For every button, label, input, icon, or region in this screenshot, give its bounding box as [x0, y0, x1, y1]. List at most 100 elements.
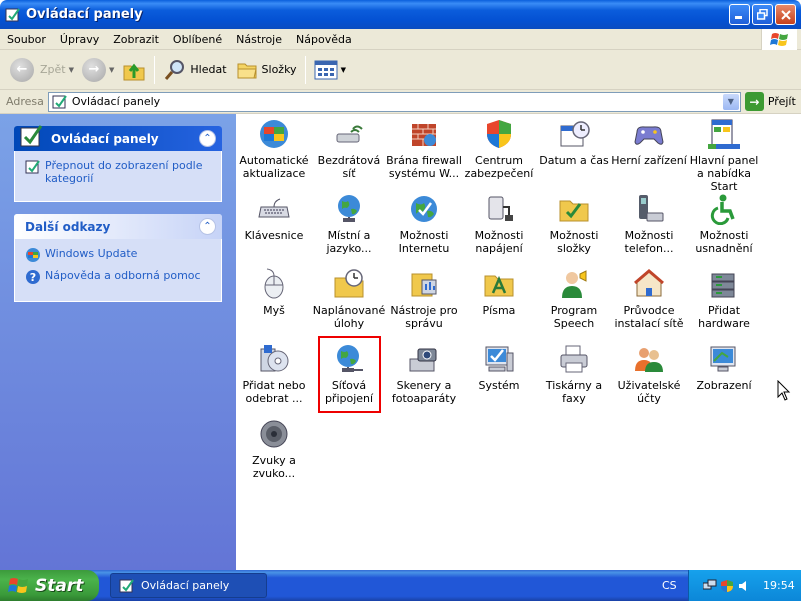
go-button[interactable]: → Přejít	[744, 92, 796, 111]
control-panel-icon	[119, 578, 134, 592]
item-label: Automatické aktualizace	[239, 154, 309, 180]
other-links-section-header[interactable]: Další odkazy ⌃	[14, 214, 222, 239]
item-game-controllers[interactable]: Herní zařízení	[611, 118, 687, 167]
item-label: Skenery a fotoaparáty	[391, 379, 457, 405]
item-folder-options[interactable]: Možnosti složky	[536, 193, 612, 255]
item-accessibility[interactable]: Možnosti usnadnění	[686, 193, 762, 255]
item-security-center[interactable]: Centrum zabezpečení	[461, 118, 537, 180]
item-fonts[interactable]: Písma	[461, 268, 537, 317]
address-dropdown-button[interactable]: ▼	[722, 93, 739, 110]
address-field[interactable]: Ovládací panely ▼	[47, 91, 741, 112]
title-bar[interactable]: Ovládací panely	[0, 0, 801, 29]
item-power-options[interactable]: Možnosti napájení	[461, 193, 537, 255]
chevron-down-icon: ▼	[68, 65, 74, 74]
chevron-down-icon: ▼	[109, 65, 115, 74]
windows-logo-icon	[8, 577, 28, 593]
collapse-chevron-icon[interactable]: ⌃	[199, 218, 216, 235]
item-phone-modem[interactable]: Možnosti telefon...	[611, 193, 687, 255]
folders-label: Složky	[261, 63, 297, 76]
start-button[interactable]: Start	[0, 570, 99, 601]
item-label: Možnosti napájení	[474, 229, 524, 255]
scanners-cameras-icon	[409, 348, 437, 372]
taskbar: Start Ovládací panely CS 19:54	[0, 570, 801, 601]
network-tray-icon[interactable]	[703, 579, 717, 593]
menu-file[interactable]: Soubor	[0, 33, 53, 46]
control-panel-icon	[52, 94, 67, 108]
item-label: Naplánované úlohy	[312, 304, 386, 330]
item-date-time[interactable]: Datum a čas	[536, 118, 612, 167]
item-keyboard[interactable]: Klávesnice	[236, 193, 312, 242]
control-panel-section-header[interactable]: Ovládací panely ⌃	[14, 124, 222, 151]
item-network-setup-wizard[interactable]: Průvodce instalací sítě	[611, 268, 687, 330]
item-scheduled-tasks[interactable]: Naplánované úlohy	[311, 268, 387, 330]
item-add-remove-programs[interactable]: Přidat nebo odebrat ...	[236, 343, 312, 405]
minimize-button[interactable]	[729, 4, 750, 25]
menu-tools[interactable]: Nástroje	[229, 33, 289, 46]
scheduled-tasks-icon	[334, 269, 364, 298]
security-shield-icon[interactable]	[720, 579, 734, 593]
item-label: Zvuky a zvuko...	[252, 454, 296, 480]
item-label: Místní a jazyko...	[326, 229, 372, 255]
search-button[interactable]: Hledat	[159, 53, 230, 87]
taskbar-window-button[interactable]: Ovládací panely	[110, 573, 267, 598]
item-wireless-network[interactable]: Bezdrátová síť	[311, 118, 387, 180]
add-hardware-icon	[711, 273, 735, 298]
item-speech[interactable]: Program Speech	[536, 268, 612, 330]
menu-edit[interactable]: Úpravy	[53, 33, 106, 46]
item-taskbar-start-menu[interactable]: Hlavní panel a nabídka Start	[686, 118, 762, 193]
item-add-hardware[interactable]: Přidat hardware	[686, 268, 762, 330]
item-regional-language[interactable]: Místní a jazyko...	[311, 193, 387, 255]
game-controller-icon	[634, 126, 664, 145]
item-printers-faxes[interactable]: Tiskárny a faxy	[536, 343, 612, 405]
up-folder-button[interactable]	[118, 53, 150, 87]
item-label: Přidat hardware	[698, 304, 750, 330]
item-firewall[interactable]: Brána firewall systému W...	[386, 118, 462, 180]
item-system[interactable]: Systém	[461, 343, 537, 392]
windows-update-link[interactable]: Windows Update	[25, 247, 211, 263]
item-automatic-updates[interactable]: Automatické aktualizace	[236, 118, 312, 180]
item-label: Bezdrátová síť	[317, 154, 381, 180]
item-administrative-tools[interactable]: Nástroje pro správu	[386, 268, 462, 330]
item-user-accounts[interactable]: Uživatelské účty	[611, 343, 687, 405]
section-title: Ovládací panely	[51, 131, 159, 146]
switch-to-category-view-link[interactable]: Přepnout do zobrazení podle kategorií	[25, 159, 211, 185]
folders-icon	[237, 63, 257, 78]
taskbar-window-label: Ovládací panely	[141, 579, 230, 592]
mouse-cursor-icon	[777, 380, 791, 401]
item-scanners-cameras[interactable]: Skenery a fotoaparáty	[386, 343, 462, 405]
views-button[interactable]: ▼	[310, 53, 350, 87]
item-label: Uživatelské účty	[617, 379, 681, 405]
menu-view[interactable]: Zobrazit	[106, 33, 166, 46]
chevron-down-icon: ▼	[727, 97, 734, 106]
item-label: Centrum zabezpečení	[464, 154, 534, 180]
forward-arrow-icon: →	[82, 57, 106, 82]
chevron-down-icon: ▼	[340, 65, 346, 74]
forward-button[interactable]: → ▼	[78, 53, 118, 87]
menu-favorites[interactable]: Oblíbené	[166, 33, 229, 46]
system-icon	[485, 346, 514, 372]
close-icon	[780, 9, 791, 20]
item-label: Možnosti složky	[549, 229, 599, 255]
back-button[interactable]: ← Zpět ▼	[6, 53, 78, 87]
language-indicator[interactable]: CS	[662, 579, 677, 592]
speech-icon	[562, 270, 587, 298]
item-internet-options[interactable]: Možnosti Internetu	[386, 193, 462, 255]
folders-button[interactable]: Složky	[231, 53, 301, 87]
selection-highlight	[318, 336, 381, 413]
accessibility-icon	[710, 194, 735, 225]
folder-options-icon	[559, 200, 589, 222]
address-value: Ovládací panely	[71, 95, 161, 108]
help-support-link[interactable]: ? Nápověda a odborná pomoc	[25, 269, 211, 285]
item-display[interactable]: Zobrazení	[686, 343, 762, 392]
item-mouse[interactable]: Myš	[236, 268, 312, 317]
maximize-button[interactable]	[752, 4, 773, 25]
item-label: Průvodce instalací sítě	[614, 304, 684, 330]
clock[interactable]: 19:54	[763, 579, 795, 592]
control-panel-icon	[25, 160, 40, 174]
close-button[interactable]	[775, 4, 796, 25]
network-setup-wizard-icon	[634, 269, 664, 297]
item-sounds-audio[interactable]: Zvuky a zvuko...	[236, 418, 312, 480]
volume-icon[interactable]	[737, 579, 751, 593]
menu-help[interactable]: Nápověda	[289, 33, 359, 46]
collapse-chevron-icon[interactable]: ⌃	[199, 130, 216, 147]
